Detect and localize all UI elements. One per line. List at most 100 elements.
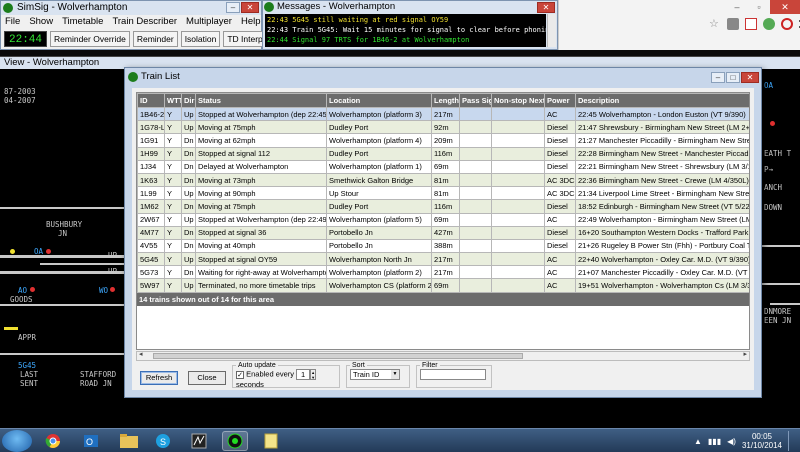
sort-select[interactable]: Train ID ▼: [350, 369, 400, 380]
folder-taskbar-icon[interactable]: [116, 431, 142, 451]
menu-file[interactable]: File: [5, 15, 20, 28]
menu-show[interactable]: Show: [29, 15, 53, 28]
filter-input[interactable]: [420, 369, 486, 380]
cell-id: 5W97: [137, 278, 165, 293]
cell-location: Smethwick Galton Bridge: [326, 172, 432, 188]
column-header-location[interactable]: Location: [326, 93, 432, 108]
volume-icon[interactable]: ◀): [727, 437, 736, 446]
cell-pass-sig: [459, 120, 492, 135]
menu-timetable[interactable]: Timetable: [62, 15, 103, 28]
cell-id: 1K63: [137, 172, 165, 188]
table-row[interactable]: 1J34 Y Dn Delayed at Wolverhampton Wolverham…: [137, 159, 749, 174]
signal-icon[interactable]: [770, 121, 775, 126]
refresh-button[interactable]: Refresh: [140, 371, 178, 385]
simsig-titlebar[interactable]: SimSig - Wolverhampton – ✕: [1, 1, 261, 15]
train-list-maximize-button[interactable]: □: [726, 72, 740, 83]
cell-dir: Dn: [181, 225, 196, 240]
notes-taskbar-icon[interactable]: [258, 431, 284, 451]
signal-icon[interactable]: [10, 249, 15, 254]
scroll-left-icon[interactable]: ◂: [139, 350, 143, 358]
train-list-minimize-button[interactable]: –: [711, 72, 725, 83]
chrome-taskbar-icon[interactable]: [40, 431, 66, 451]
table-row[interactable]: 4M77 Y Dn Stopped at signal 36 Portobello Jn…: [137, 225, 749, 240]
taskbar-clock[interactable]: 00:05 31/10/2014: [742, 432, 782, 450]
table-row[interactable]: 1B46-2 Y Up Stopped at Wolverhampton (dep 2…: [137, 106, 749, 122]
cell-non-stop-next: [491, 238, 545, 254]
table-row[interactable]: 1G91 Y Dn Moving at 62mph Wolverhampton (pla…: [137, 133, 749, 148]
show-hidden-icons-icon[interactable]: ▲: [694, 437, 702, 446]
column-header-description[interactable]: Description: [575, 93, 749, 108]
scroll-right-icon[interactable]: ▸: [743, 350, 747, 358]
reminder-override-button[interactable]: Reminder Override: [50, 30, 130, 47]
enabled-checkbox[interactable]: ✓: [236, 370, 244, 379]
close-button[interactable]: ✕: [241, 2, 259, 13]
column-header-dir[interactable]: Dir: [181, 93, 196, 108]
cell-length: 209m: [431, 133, 460, 148]
cell-wtt: Y: [164, 106, 182, 122]
simsig-loader-taskbar-icon[interactable]: [186, 431, 212, 451]
browser-restore-button[interactable]: ▫: [748, 0, 770, 14]
table-row[interactable]: 5W97 Y Up Terminated, no more timetable tri…: [137, 278, 749, 293]
cell-description: 18:52 Edinburgh - Birmingham New Street …: [575, 199, 749, 214]
table-header-row: ID WTT Dir Status Location Length Pass S…: [137, 93, 749, 108]
cell-non-stop-next: [491, 212, 545, 227]
column-header-wtt[interactable]: WTT: [164, 93, 182, 108]
cell-description: 22:49 Wolverhampton - Birmingham New Str…: [575, 212, 749, 227]
simsig-taskbar-icon[interactable]: [222, 431, 248, 451]
table-row[interactable]: 1H99 Y Dn Stopped at signal 112 Dudley Port 1…: [137, 146, 749, 161]
cell-length: 81m: [431, 186, 460, 201]
scrollbar-thumb[interactable]: [153, 353, 523, 359]
table-row[interactable]: 1K63 Y Dn Moving at 73mph Smethwick Galton B…: [137, 172, 749, 188]
cell-power: AC: [544, 252, 576, 267]
start-button[interactable]: [2, 430, 32, 452]
cell-dir: Dn: [181, 159, 196, 174]
signal-icon[interactable]: [30, 287, 35, 292]
show-desktop-button[interactable]: [788, 431, 796, 451]
messages-close-button[interactable]: ✕: [537, 2, 555, 13]
menu-train-describer[interactable]: Train Describer: [112, 15, 177, 28]
opera-icon[interactable]: [781, 18, 793, 30]
cell-length: 217m: [431, 265, 460, 280]
column-header-status[interactable]: Status: [195, 93, 327, 108]
train-list-titlebar[interactable]: Train List – □ ✕: [125, 68, 761, 86]
menu-multiplayer[interactable]: Multiplayer: [186, 15, 232, 28]
table-row[interactable]: 2W67 Y Up Stopped at Wolverhampton (dep 22:…: [137, 212, 749, 227]
minimize-button[interactable]: –: [226, 2, 240, 13]
isolation-button[interactable]: Isolation: [180, 30, 221, 47]
table-row[interactable]: 1M62 Y Dn Moving at 75mph Dudley Port 116m Die…: [137, 199, 749, 214]
email-icon[interactable]: [745, 18, 757, 30]
column-header-id[interactable]: ID: [137, 93, 165, 108]
messages-titlebar[interactable]: Messages - Wolverhampton ✕: [263, 1, 557, 13]
reminder-button[interactable]: Reminder: [132, 30, 178, 47]
ecosia-icon[interactable]: [763, 18, 775, 30]
table-row[interactable]: 5G45 Y Up Stopped at signal OY59 Wolverhampt…: [137, 252, 749, 267]
menu-help[interactable]: Help: [241, 15, 261, 28]
network-icon[interactable]: ▮▮▮: [708, 437, 721, 446]
skype-taskbar-icon[interactable]: S: [150, 431, 176, 451]
column-header-length[interactable]: Length: [431, 93, 460, 108]
column-header-non-stop-next[interactable]: Non-stop Next: [491, 93, 545, 108]
column-header-pass-sig[interactable]: Pass Sig: [459, 93, 492, 108]
messages-scrollbar[interactable]: [547, 14, 556, 47]
extension-icon[interactable]: [727, 18, 739, 30]
table-row[interactable]: 1L99 Y Up Moving at 90mph Up Stour 81m AC 3DC 2…: [137, 186, 749, 201]
interval-spinner[interactable]: ▲ ▼: [310, 369, 317, 380]
column-header-power[interactable]: Power: [544, 93, 576, 108]
browser-minimize-button[interactable]: –: [726, 0, 748, 14]
horizontal-scrollbar[interactable]: ◂ ▸: [136, 351, 750, 361]
signal-icon[interactable]: [110, 287, 115, 292]
table-row[interactable]: 5G73 Y Dn Waiting for right-away at Wolverh…: [137, 265, 749, 280]
train-describer-5g45[interactable]: 5G45: [18, 361, 36, 370]
star-icon[interactable]: ☆: [709, 18, 721, 30]
browser-close-button[interactable]: ✕: [770, 0, 800, 14]
signal-icon[interactable]: [46, 249, 51, 254]
simsig-app-icon: [3, 3, 13, 13]
table-row[interactable]: 4V55 Y Dn Moving at 40mph Portobello Jn 388m D…: [137, 238, 749, 254]
sim-clock: 22:44: [4, 30, 48, 47]
interval-input[interactable]: 1: [296, 369, 311, 380]
cell-dir: Dn: [181, 146, 196, 161]
train-list-close-button[interactable]: ✕: [741, 72, 759, 83]
close-list-button[interactable]: Close: [188, 371, 226, 385]
outlook-taskbar-icon[interactable]: O: [78, 431, 104, 451]
table-row[interactable]: 1G78-L Y Up Moving at 75mph Dudley Port 92m Di…: [137, 120, 749, 135]
